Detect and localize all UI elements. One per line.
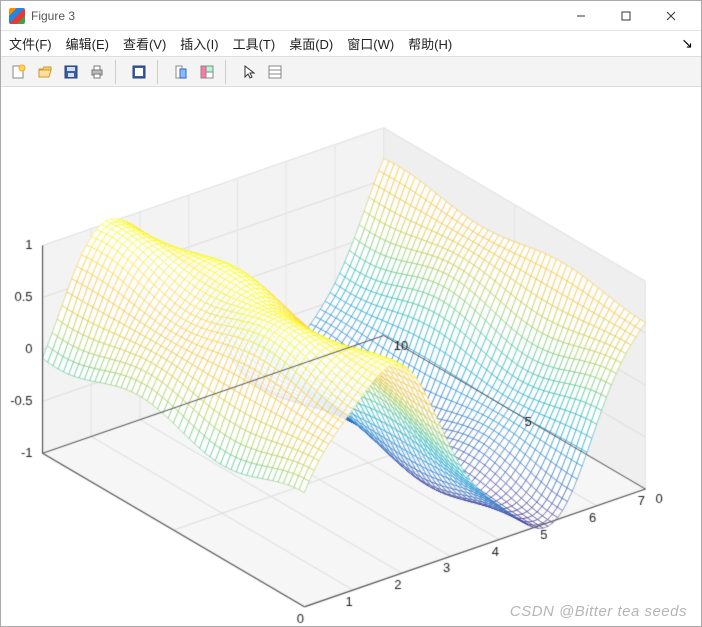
axes-3d[interactable]: CSDN @Bitter tea seeds xyxy=(1,87,701,626)
menu-bar: 文件(F) 编辑(E) 查看(V) 插入(I) 工具(T) 桌面(D) 窗口(W… xyxy=(1,31,701,57)
menu-view[interactable]: 查看(V) xyxy=(123,34,166,53)
new-figure-icon[interactable] xyxy=(7,60,31,84)
window-title: Figure 3 xyxy=(31,9,558,23)
pointer-icon[interactable] xyxy=(237,60,261,84)
dock-arrow-icon[interactable]: ↘ xyxy=(681,35,693,52)
menu-window[interactable]: 窗口(W) xyxy=(347,34,394,53)
matlab-icon xyxy=(9,8,25,24)
toolbar-separator xyxy=(115,60,121,84)
save-icon[interactable] xyxy=(59,60,83,84)
minimize-button[interactable] xyxy=(558,1,603,31)
link-icon[interactable] xyxy=(169,60,193,84)
toolbar xyxy=(1,57,701,87)
menu-help[interactable]: 帮助(H) xyxy=(408,34,452,53)
title-bar: Figure 3 xyxy=(1,1,701,31)
print-icon[interactable] xyxy=(85,60,109,84)
menu-file[interactable]: 文件(F) xyxy=(9,34,52,53)
maximize-button[interactable] xyxy=(603,1,648,31)
open-icon[interactable] xyxy=(33,60,57,84)
layout-icon[interactable] xyxy=(195,60,219,84)
close-button[interactable] xyxy=(648,1,693,31)
toolbar-separator xyxy=(225,60,231,84)
inspect-icon[interactable] xyxy=(263,60,287,84)
toolbar-separator xyxy=(157,60,163,84)
menu-edit[interactable]: 编辑(E) xyxy=(66,34,109,53)
menu-tools[interactable]: 工具(T) xyxy=(233,34,276,53)
menu-desktop[interactable]: 桌面(D) xyxy=(289,34,333,53)
print-preview-icon[interactable] xyxy=(127,60,151,84)
surface-mesh xyxy=(1,87,701,626)
menu-insert[interactable]: 插入(I) xyxy=(180,34,218,53)
